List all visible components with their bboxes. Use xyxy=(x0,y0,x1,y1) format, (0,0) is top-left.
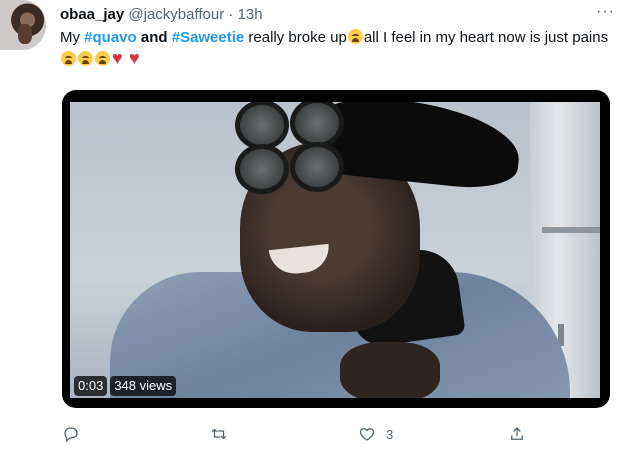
retweet-icon xyxy=(211,428,227,440)
weary-face-emoji xyxy=(78,51,93,66)
avatar[interactable] xyxy=(0,0,46,50)
sunglasses-lens xyxy=(290,142,344,192)
like-icon xyxy=(359,428,375,441)
user-handle[interactable]: @jackybaffour xyxy=(128,6,224,23)
tweet-text: My #quavo and #Saweetie really broke up a… xyxy=(60,27,620,71)
video-player[interactable] xyxy=(62,90,610,408)
like-count: 3 xyxy=(386,426,394,442)
display-name[interactable]: obaa_jay xyxy=(60,6,124,23)
tweet-text-part: all I feel in my heart now is just pains xyxy=(363,29,609,46)
video-views: 348 views xyxy=(110,376,177,396)
reply-button[interactable] xyxy=(62,422,90,446)
broken-heart-emoji xyxy=(112,47,127,69)
retweet-button[interactable] xyxy=(210,422,238,446)
broken-heart-emoji xyxy=(129,47,144,69)
share-button[interactable] xyxy=(508,422,526,446)
tweet[interactable]: obaa_jay @jackybaffour · 13h ··· My #qua… xyxy=(0,0,640,452)
video-frame[interactable] xyxy=(70,102,600,398)
tweet-time[interactable]: 13h xyxy=(238,6,263,23)
person-hand xyxy=(340,342,440,398)
tweet-header: obaa_jay @jackybaffour · 13h xyxy=(60,5,263,25)
weary-face-emoji xyxy=(61,51,76,66)
share-icon xyxy=(511,427,523,440)
hashtag-quavo[interactable]: #quavo xyxy=(84,29,137,46)
tweet-text-part: My xyxy=(60,29,85,46)
separator-dot: · xyxy=(228,6,234,23)
sunglasses-lens xyxy=(235,102,289,150)
video-overlay: 0:03 348 views xyxy=(74,376,177,396)
hashtag-saweetie[interactable]: #Saweetie xyxy=(172,29,245,46)
more-options-icon[interactable]: ··· xyxy=(596,3,615,21)
tweet-actions: 3 xyxy=(0,422,640,448)
video-duration: 0:03 xyxy=(74,376,108,396)
reply-icon xyxy=(64,427,78,443)
weary-face-emoji xyxy=(347,29,363,44)
sunglasses-lens xyxy=(235,144,289,194)
weary-face-emoji xyxy=(95,51,110,66)
background-pole-bar xyxy=(542,227,600,233)
tweet-text-part: and xyxy=(136,29,172,46)
like-button[interactable]: 3 xyxy=(358,422,393,446)
tweet-text-part: really broke up xyxy=(244,29,347,46)
